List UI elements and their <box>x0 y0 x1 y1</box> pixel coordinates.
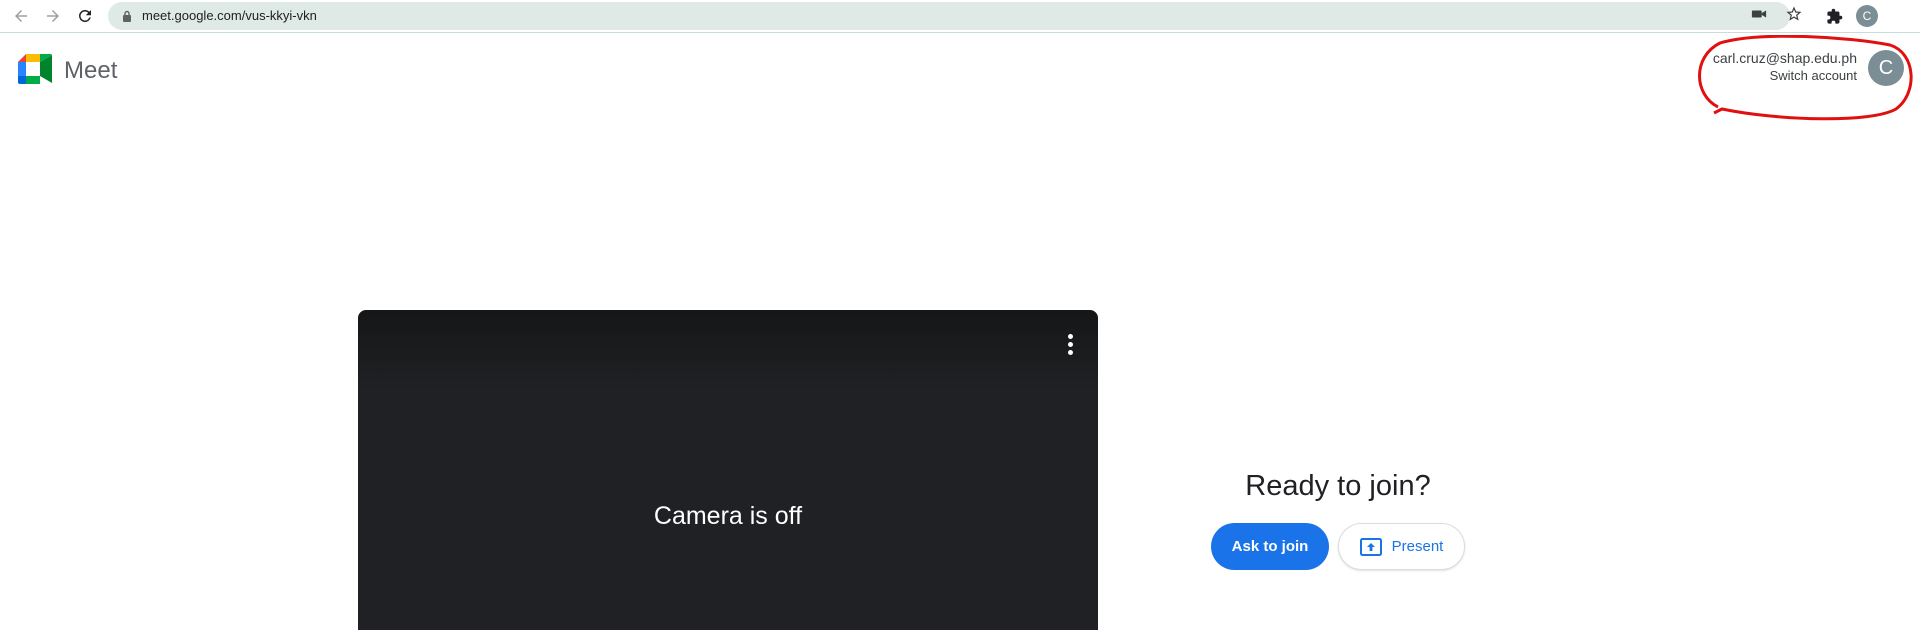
puzzle-icon[interactable] <box>1823 5 1845 27</box>
reload-icon[interactable] <box>73 4 97 28</box>
browser-toolbar: meet.google.com/vus-kkyi-vkn C <box>0 0 1920 33</box>
address-bar[interactable]: meet.google.com/vus-kkyi-vkn <box>108 2 1790 30</box>
ask-to-join-label: Ask to join <box>1231 538 1309 555</box>
more-vert-icon[interactable] <box>1058 332 1082 356</box>
url-text: meet.google.com/vus-kkyi-vkn <box>142 8 317 23</box>
meet-logo[interactable] <box>18 54 52 84</box>
browser-profile-initial: C <box>1862 9 1872 23</box>
present-label: Present <box>1391 538 1444 555</box>
camera-icon[interactable] <box>1750 5 1768 23</box>
browser-profile-avatar[interactable]: C <box>1856 5 1878 27</box>
ready-to-join-heading: Ready to join? <box>1245 470 1431 502</box>
app-title: Meet <box>64 57 118 84</box>
camera-status-text: Camera is off <box>653 502 803 530</box>
forward-icon[interactable] <box>41 4 65 28</box>
star-icon[interactable] <box>1785 5 1803 23</box>
back-icon[interactable] <box>9 4 33 28</box>
ask-to-join-button[interactable]: Ask to join <box>1211 523 1329 570</box>
video-preview: Camera is off <box>358 310 1098 630</box>
present-screen-icon <box>1359 537 1382 556</box>
present-button[interactable]: Present <box>1338 523 1465 570</box>
red-circle-annotation <box>1698 35 1913 121</box>
lock-icon <box>123 10 131 22</box>
